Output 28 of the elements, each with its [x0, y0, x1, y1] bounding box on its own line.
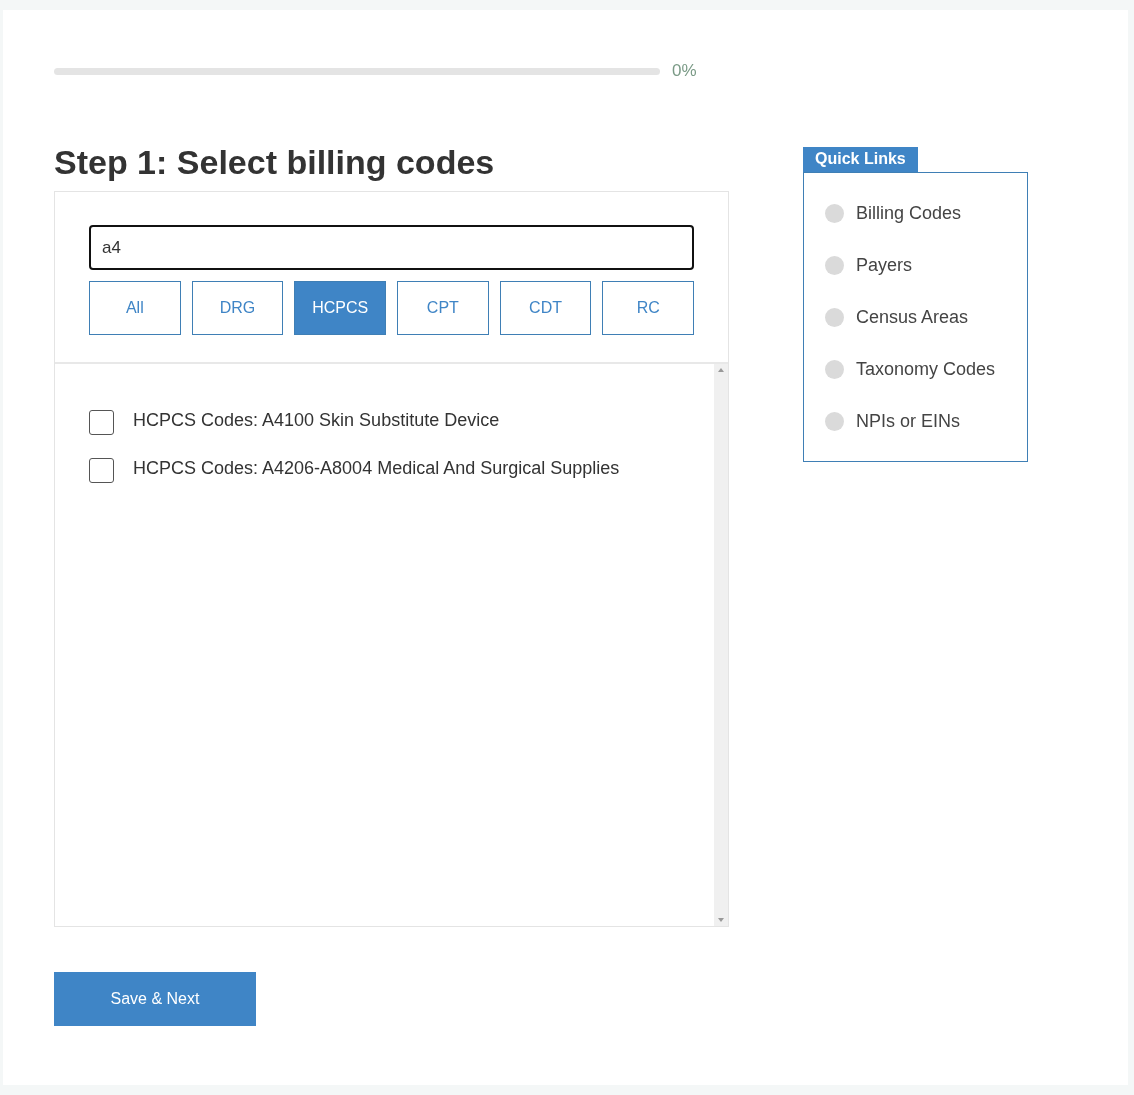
- save-next-button[interactable]: Save & Next: [54, 972, 256, 1026]
- filter-tab[interactable]: CPT: [397, 281, 489, 335]
- quick-link[interactable]: Census Areas: [856, 306, 969, 328]
- scroll-down-icon[interactable]: [718, 918, 724, 922]
- scroll-up-icon[interactable]: [718, 368, 724, 372]
- filter-tab[interactable]: RC: [602, 281, 695, 335]
- dot-icon: [825, 307, 844, 327]
- checkbox[interactable]: [89, 458, 114, 483]
- search-field[interactable]: a4: [89, 225, 694, 270]
- filter-tab[interactable]: DRG: [191, 281, 284, 335]
- filter-tab[interactable]: HCPCS: [294, 281, 386, 335]
- filter-tab[interactable]: CDT: [499, 281, 592, 335]
- checkbox[interactable]: [89, 410, 114, 435]
- dot-icon: [825, 255, 844, 275]
- progress-percent: 0%: [672, 61, 697, 81]
- dot-icon: [825, 359, 844, 379]
- dot-icon: [825, 203, 844, 223]
- result-label: HCPCS Codes: A4206-A8004 Medical And Surgical Supplies: [133, 458, 620, 479]
- quick-link[interactable]: NPIs or EINs: [856, 410, 961, 432]
- dot-icon: [825, 411, 844, 431]
- page-heading: Step 1: Select billing codes: [54, 142, 496, 183]
- quick-link[interactable]: Payers: [856, 254, 913, 276]
- result-label: HCPCS Codes: A4100 Skin Substitute Device: [133, 410, 500, 431]
- quick-link[interactable]: Taxonomy Codes: [856, 358, 996, 380]
- filter-tab[interactable]: All: [89, 281, 181, 335]
- quick-link[interactable]: Billing Codes: [856, 202, 962, 224]
- quick-links-title: Quick Links: [803, 147, 918, 172]
- scrollbar[interactable]: [714, 364, 728, 926]
